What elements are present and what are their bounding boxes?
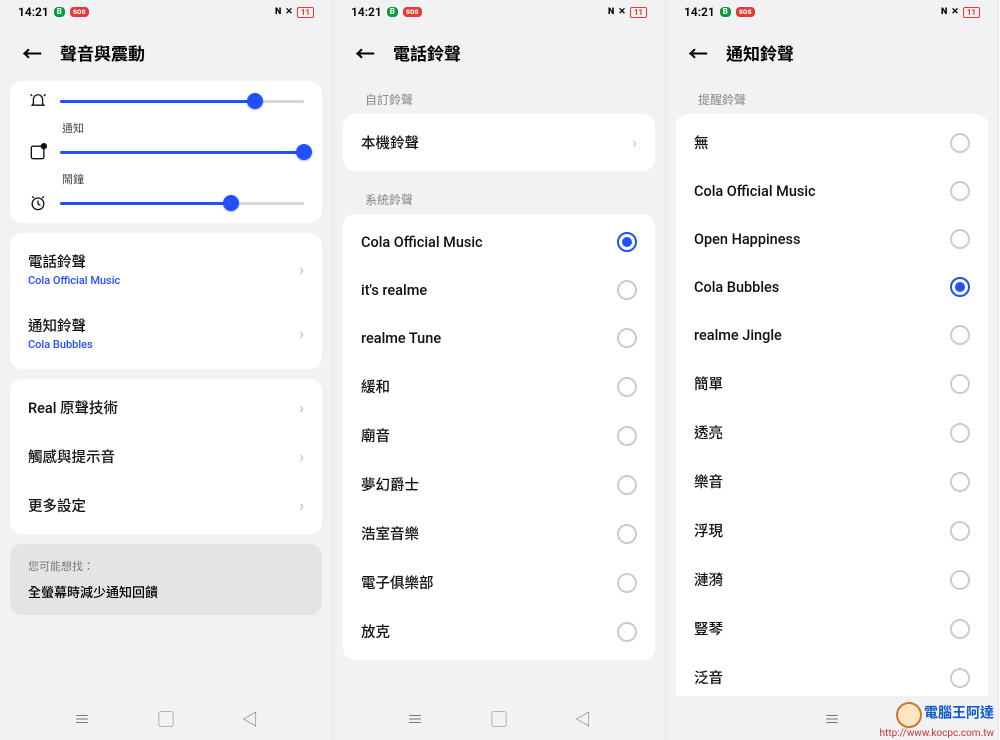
back-nav-icon[interactable]: ◁ xyxy=(242,706,258,730)
radio-icon xyxy=(617,622,637,642)
page-title: 電話鈴聲 xyxy=(393,40,461,65)
phone-notify-list: 14:21BsosN✕11 ←通知鈴聲 提醒鈴聲 無Cola Official … xyxy=(666,0,999,740)
notify-icon xyxy=(28,142,48,162)
nav-bar: ≡ ▢ ◁ xyxy=(0,696,332,740)
radio-icon xyxy=(950,133,970,153)
radio-icon xyxy=(617,377,637,397)
back-icon[interactable]: ← xyxy=(355,38,375,67)
ringtone-option[interactable]: 浮現 xyxy=(694,506,970,555)
ringtone-option[interactable]: 無 xyxy=(694,118,970,167)
radio-icon xyxy=(617,573,637,593)
back-icon[interactable]: ← xyxy=(22,38,42,67)
ringtone-option[interactable]: Open Happiness xyxy=(694,215,970,263)
recents-icon[interactable]: ≡ xyxy=(74,706,90,730)
radio-icon xyxy=(617,475,637,495)
radio-icon xyxy=(950,570,970,590)
ringtone-option[interactable]: realme Jingle xyxy=(694,311,970,359)
ringtone-option[interactable]: 廟音 xyxy=(361,411,637,460)
chevron-right-icon: › xyxy=(299,260,304,279)
radio-icon xyxy=(617,524,637,544)
ringtone-option[interactable]: 浩室音樂 xyxy=(361,509,637,558)
notify-slider[interactable] xyxy=(28,136,304,168)
alarm-slider[interactable] xyxy=(28,187,304,219)
radio-icon xyxy=(950,374,970,394)
home-icon[interactable]: ▢ xyxy=(158,706,174,730)
real-audio-row[interactable]: Real 原聲技術› xyxy=(28,383,304,432)
radio-icon xyxy=(950,423,970,443)
chevron-right-icon: › xyxy=(299,324,304,343)
ringtone-option[interactable]: 放克 xyxy=(361,607,637,656)
radio-icon xyxy=(950,229,970,249)
ringtone-option[interactable]: 豎琴 xyxy=(694,604,970,653)
battery-icon: 11 xyxy=(297,7,314,18)
radio-icon xyxy=(950,181,970,201)
local-ringtone-row[interactable]: 本機鈴聲› xyxy=(361,118,637,167)
radio-icon xyxy=(617,232,637,252)
ringtone-option[interactable]: Cola Official Music xyxy=(361,218,637,266)
ringtone-option[interactable]: 漣漪 xyxy=(694,555,970,604)
ringtone-option[interactable]: realme Tune xyxy=(361,314,637,362)
page-title: 通知鈴聲 xyxy=(726,40,794,65)
recents-icon[interactable]: ≡ xyxy=(407,706,423,730)
page-title: 聲音與震動 xyxy=(60,40,145,65)
ringtone-option[interactable]: 泛音 xyxy=(694,653,970,696)
phone-ringtone-row[interactable]: 電話鈴聲Cola Official Music › xyxy=(28,237,304,301)
radio-icon xyxy=(950,521,970,541)
recents-icon[interactable]: ≡ xyxy=(824,706,840,730)
ringtone-option[interactable]: 夢幻爵士 xyxy=(361,460,637,509)
radio-icon xyxy=(950,619,970,639)
radio-icon xyxy=(950,325,970,345)
radio-icon xyxy=(617,280,637,300)
phone-ringtone-list: 14:21BsosN✕11 ←電話鈴聲 自訂鈴聲 本機鈴聲› 系統鈴聲 Cola… xyxy=(333,0,666,740)
radio-icon xyxy=(617,328,637,348)
ringtone-option[interactable]: Cola Bubbles xyxy=(694,263,970,311)
ringtone-option[interactable]: it's realme xyxy=(361,266,637,314)
ringtone-option[interactable]: 簡單 xyxy=(694,359,970,408)
status-bar: 14:21Bsos N✕11 xyxy=(0,0,332,24)
indicator-green: B xyxy=(54,7,65,17)
back-icon[interactable]: ← xyxy=(688,38,708,67)
ringtone-option[interactable]: Cola Official Music xyxy=(694,167,970,215)
alarm-icon xyxy=(28,193,48,213)
bell-icon xyxy=(28,91,48,111)
haptics-row[interactable]: 觸感與提示音› xyxy=(28,432,304,481)
ringtone-option[interactable]: 電子俱樂部 xyxy=(361,558,637,607)
suggestion-card[interactable]: 您可能想找： 全螢幕時減少通知回饋 xyxy=(10,544,322,615)
radio-icon xyxy=(617,426,637,446)
radio-icon xyxy=(950,668,970,688)
ringtone-option[interactable]: 緩和 xyxy=(361,362,637,411)
ring-slider[interactable] xyxy=(28,85,304,117)
radio-icon xyxy=(950,277,970,297)
ringtone-option[interactable]: 透亮 xyxy=(694,408,970,457)
home-icon[interactable]: ▢ xyxy=(491,706,507,730)
indicator-sos: sos xyxy=(70,7,89,17)
notify-ringtone-row[interactable]: 通知鈴聲Cola Bubbles › xyxy=(28,301,304,365)
back-nav-icon[interactable]: ◁ xyxy=(575,706,591,730)
more-settings-row[interactable]: 更多設定› xyxy=(28,481,304,530)
radio-icon xyxy=(950,472,970,492)
phone-sound-vibration: 14:21Bsos N✕11 ← 聲音與震動 通知 鬧鐘 電話鈴聲Cola xyxy=(0,0,333,740)
ringtone-option[interactable]: 樂音 xyxy=(694,457,970,506)
